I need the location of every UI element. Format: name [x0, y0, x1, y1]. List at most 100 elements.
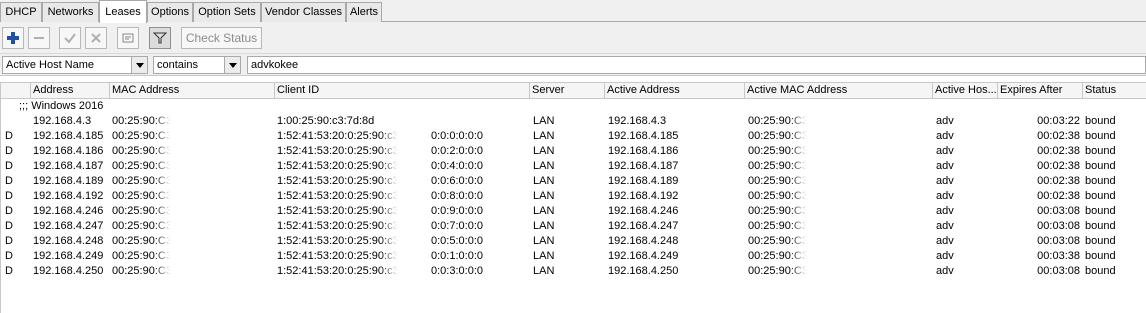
toolbar: Check Status	[0, 22, 1146, 54]
address-cell: 192.168.4.250	[33, 265, 104, 277]
column-header-expires-after[interactable]: Expires After	[998, 83, 1083, 99]
column-header-active-mac-address[interactable]: Active MAC Address	[745, 83, 933, 99]
flag-cell: D	[5, 160, 13, 172]
column-header-flags[interactable]	[1, 83, 31, 99]
flag-cell: D	[5, 205, 13, 217]
check-status-button[interactable]: Check Status	[181, 27, 262, 49]
filter-operator-select[interactable]: contains	[153, 56, 241, 74]
filter-field-dropdown-icon[interactable]	[131, 57, 147, 73]
expires-after-cell: 00:03:22	[1037, 115, 1080, 127]
redaction-fade	[790, 159, 820, 174]
column-header-client-id[interactable]: Client ID	[275, 83, 530, 99]
active-host-name-cell: adv	[936, 190, 954, 202]
redaction-fade	[790, 204, 820, 219]
tab-networks[interactable]: Networks	[42, 2, 99, 22]
tab-vendor-classes[interactable]: Vendor Classes	[261, 2, 346, 22]
flag-cell: D	[5, 130, 13, 142]
active-address-cell: 192.168.4.187	[608, 160, 679, 172]
expires-after-cell: 00:03:08	[1037, 220, 1080, 232]
client-id-suffix-cell: 0:0:2:0:0:0	[431, 145, 483, 157]
tab-alerts[interactable]: Alerts	[346, 2, 382, 22]
flag-cell: D	[5, 220, 13, 232]
redaction-fade	[154, 159, 184, 174]
active-address-cell: 192.168.4.3	[608, 115, 667, 127]
address-cell: 192.168.4.248	[33, 235, 104, 247]
address-cell: 192.168.4.246	[33, 205, 104, 217]
add-button[interactable]	[2, 27, 24, 49]
server-cell: LAN	[533, 145, 555, 157]
table-header: Address MAC Address Client ID Server Act…	[1, 82, 1146, 99]
redaction-fade	[381, 189, 411, 204]
address-cell: 192.168.4.185	[33, 130, 104, 142]
redaction-fade	[790, 219, 820, 234]
table-row[interactable]: D 192.168.4.187 00:25:90:C3: 1:52:41:53:20:…	[1, 159, 1146, 174]
minus-icon	[34, 37, 44, 39]
table-row[interactable]: 192.168.4.3 00:25:90:C3: 1:00:25:90:c3:7d:…	[1, 114, 1146, 129]
caret-down-icon	[135, 63, 144, 68]
filter-icon	[153, 32, 167, 44]
expires-after-cell: 00:02:38	[1037, 175, 1080, 187]
remove-button[interactable]	[28, 27, 50, 49]
server-cell: LAN	[533, 235, 555, 247]
enable-button[interactable]	[59, 27, 81, 49]
table-row[interactable]: D 192.168.4.185 00:25:90:C3: 1:52:41:53:20:…	[1, 129, 1146, 144]
status-cell: bound	[1085, 250, 1116, 262]
table-row[interactable]: D 192.168.4.246 00:25:90:C3: 1:52:41:53:20:…	[1, 204, 1146, 219]
status-cell: bound	[1085, 160, 1116, 172]
active-address-cell: 192.168.4.189	[608, 175, 679, 187]
expires-after-cell: 00:02:38	[1037, 130, 1080, 142]
column-header-status[interactable]: Status	[1083, 83, 1146, 99]
table-row[interactable]: D 192.168.4.186 00:25:90:C3: 1:52:41:53:20:…	[1, 144, 1146, 159]
table-row[interactable]: D 192.168.4.248 00:25:90:C3: 1:52:41:53:20:…	[1, 234, 1146, 249]
redaction-fade	[154, 114, 184, 129]
column-header-active-address[interactable]: Active Address	[605, 83, 745, 99]
table-row[interactable]: D 192.168.4.247 00:25:90:C3: 1:52:41:53:20:…	[1, 219, 1146, 234]
redaction-fade	[381, 219, 411, 234]
expires-after-cell: 00:02:38	[1037, 190, 1080, 202]
filter-value-input[interactable]: advkokee	[247, 56, 1146, 74]
tab-option-sets[interactable]: Option Sets	[193, 2, 261, 22]
column-header-address[interactable]: Address	[31, 83, 110, 99]
server-cell: LAN	[533, 175, 555, 187]
column-header-server[interactable]: Server	[530, 83, 605, 99]
flag-cell: D	[5, 265, 13, 277]
active-address-cell: 192.168.4.248	[608, 235, 679, 247]
table-comment-row[interactable]: ;;; Windows 2016	[1, 99, 1146, 114]
filter-button[interactable]	[149, 27, 171, 49]
address-cell: 192.168.4.189	[33, 175, 104, 187]
client-id-suffix-cell: 0:0:0:0:0:0	[431, 130, 483, 142]
table-row[interactable]: D 192.168.4.189 00:25:90:C3: 1:52:41:53:20:…	[1, 174, 1146, 189]
tab-dhcp[interactable]: DHCP	[0, 2, 42, 22]
redaction-fade	[381, 174, 411, 189]
expires-after-cell: 00:03:08	[1037, 205, 1080, 217]
column-header-active-host-name[interactable]: Active Hos...	[933, 83, 998, 99]
expires-after-cell: 00:02:38	[1037, 145, 1080, 157]
tab-leases[interactable]: Leases	[99, 0, 147, 23]
client-id-suffix-cell	[431, 114, 527, 129]
column-header-mac-address[interactable]: MAC Address	[110, 83, 275, 99]
active-host-name-cell: adv	[936, 145, 954, 157]
status-cell: bound	[1085, 265, 1116, 277]
tab-options[interactable]: Options	[147, 2, 193, 22]
table-row[interactable]: D 192.168.4.250 00:25:90:C3: 1:52:41:53:20:…	[1, 264, 1146, 279]
active-host-name-cell: adv	[936, 115, 954, 127]
filter-operator-value: contains	[157, 59, 198, 71]
redaction-fade	[790, 249, 820, 264]
filter-field-select[interactable]: Active Host Name	[2, 56, 148, 74]
disable-button[interactable]	[85, 27, 107, 49]
redaction-fade	[381, 249, 411, 264]
address-cell: 192.168.4.3	[33, 115, 92, 127]
address-cell: 192.168.4.187	[33, 160, 104, 172]
active-host-name-cell: adv	[936, 160, 954, 172]
comment-button[interactable]	[117, 27, 139, 49]
plus-icon	[7, 32, 19, 44]
table-row[interactable]: D 192.168.4.249 00:25:90:C3: 1:52:41:53:20:…	[1, 249, 1146, 264]
table-row[interactable]: D 192.168.4.192 00:25:90:C3: 1:52:41:53:20:…	[1, 189, 1146, 204]
flag-cell: D	[5, 175, 13, 187]
x-icon	[91, 33, 101, 43]
redaction-fade	[381, 204, 411, 219]
flag-cell	[5, 114, 25, 129]
expires-after-cell: 00:03:08	[1037, 235, 1080, 247]
client-id-suffix-cell: 0:0:8:0:0:0	[431, 190, 483, 202]
filter-operator-dropdown-icon[interactable]	[224, 57, 240, 73]
